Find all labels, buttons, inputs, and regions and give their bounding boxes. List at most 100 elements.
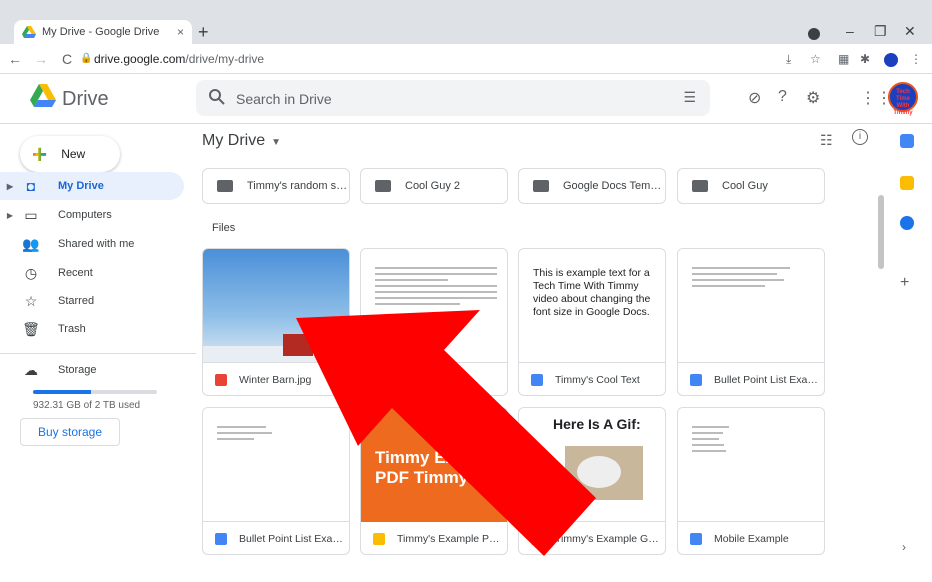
keep-icon[interactable] <box>900 176 914 190</box>
file-thumbnail <box>678 408 824 522</box>
file-card[interactable]: Here Is A Gif: Timmy's Example Gif ... <box>518 407 666 555</box>
sidebar-item-recent[interactable]: ◷ Recent <box>0 259 184 287</box>
file-footer: Timmy's Cool Text <box>519 363 665 395</box>
chevron-right-icon[interactable]: › <box>902 540 906 554</box>
cat-image <box>577 456 621 488</box>
new-tab-button[interactable]: + <box>198 22 209 43</box>
sidebar-item-label: Recent <box>58 267 93 279</box>
page-title[interactable]: My Drive ▼ <box>202 132 281 150</box>
profile-icon[interactable] <box>808 28 820 40</box>
scrollbar[interactable] <box>878 195 884 269</box>
tune-icon[interactable]: ☰ <box>683 89 696 106</box>
files-section-label: Files <box>212 222 236 234</box>
offline-icon[interactable]: ⊘ <box>748 88 761 108</box>
doc-file-icon <box>373 374 385 386</box>
add-addon-icon[interactable]: + <box>900 274 909 292</box>
folder-label: Cool Guy <box>722 180 768 192</box>
url-host: drive.google.com <box>94 52 186 66</box>
chevron-down-icon[interactable]: ▼ <box>271 137 281 148</box>
file-footer: Bullet Point List Exam... <box>203 522 349 554</box>
close-window-button[interactable]: ✕ <box>904 23 916 40</box>
info-icon[interactable]: i <box>852 129 868 145</box>
sidebar-item-computers[interactable]: ▶ ▭ Computers <box>0 201 184 229</box>
file-card[interactable]: Bullet Point List Exam... <box>677 248 825 396</box>
drive-logo-icon[interactable] <box>30 84 56 108</box>
file-footer: Winter Barn.jpg <box>203 363 349 395</box>
search-input[interactable]: Search in Drive ☰ <box>196 80 710 116</box>
sidebar-item-shared[interactable]: 👥 Shared with me <box>0 230 184 258</box>
folder-icon <box>375 180 391 192</box>
new-button[interactable]: + New <box>20 136 120 172</box>
preview-text: This is example text for a Tech Time Wit… <box>533 267 651 318</box>
preview-text: Here Is A Gif: <box>553 416 641 432</box>
folder-item[interactable]: Cool Guy <box>677 168 825 204</box>
gif-preview-image <box>565 446 643 500</box>
folder-item[interactable]: Google Docs Templat... <box>518 168 666 204</box>
drive-icon: ◘ <box>26 178 36 194</box>
file-card[interactable] <box>360 248 508 396</box>
file-card[interactable]: This is example text for a Tech Time Wit… <box>518 248 666 396</box>
bookmark-star-icon[interactable]: ☆ <box>810 52 821 66</box>
file-footer: Timmy's Example Gif ... <box>519 522 665 554</box>
back-button[interactable]: ← <box>8 51 22 67</box>
restore-button[interactable]: ❐ <box>874 23 887 40</box>
file-footer: Bullet Point List Exam... <box>678 363 824 395</box>
expand-caret-icon[interactable]: ▶ <box>0 182 20 191</box>
doc-file-icon <box>531 374 543 386</box>
url-field[interactable]: drive.google.com/drive/my-drive <box>94 52 264 66</box>
sidebar-item-storage[interactable]: ☁ Storage <box>0 356 184 384</box>
file-card[interactable]: Bullet Point List Exam... <box>202 407 350 555</box>
expand-caret-icon[interactable]: ▶ <box>0 211 20 220</box>
settings-icon[interactable]: ⚙ <box>806 88 820 108</box>
buy-storage-button[interactable]: Buy storage <box>20 418 120 446</box>
forward-button[interactable]: → <box>34 51 48 67</box>
plus-icon: + <box>32 139 48 169</box>
folder-item[interactable]: Cool Guy 2 <box>360 168 508 204</box>
side-panel-rail: + › <box>870 124 932 582</box>
url-path: /drive/my-drive <box>185 52 265 66</box>
sidebar: + New ▶ ◘ My Drive ▶ ▭ Computers 👥 Share… <box>0 124 196 582</box>
file-card[interactable]: Winter Barn.jpg <box>202 248 350 396</box>
file-footer: Mobile Example <box>678 522 824 554</box>
slides-file-icon <box>531 533 543 545</box>
search-placeholder: Search in Drive <box>236 91 332 107</box>
browser-menu-icon[interactable]: ⋮ <box>910 52 922 66</box>
sidebar-item-trash[interactable]: 🗑 Trash <box>0 315 184 343</box>
file-card[interactable]: Timmy Example PDF Timmy Timmy's Example … <box>360 407 508 555</box>
trash-icon: 🗑 <box>22 320 40 337</box>
file-footer: Timmy's Example PD... <box>361 522 507 554</box>
storage-progress-bar <box>33 390 157 394</box>
sidebar-item-starred[interactable]: ☆ Starred <box>0 287 184 315</box>
slides-file-icon <box>373 533 385 545</box>
browser-tab[interactable]: My Drive - Google Drive × <box>14 20 192 44</box>
file-thumbnail <box>678 249 824 363</box>
tab-title: My Drive - Google Drive <box>42 26 160 38</box>
file-name: Timmy's Example Gif ... <box>555 533 665 545</box>
calendar-icon[interactable] <box>900 134 914 148</box>
avatar[interactable]: Tech Time With Timmy <box>888 82 918 116</box>
file-card[interactable]: Mobile Example <box>677 407 825 555</box>
folder-label: Cool Guy 2 <box>405 180 461 192</box>
minimize-button[interactable]: – <box>846 23 854 39</box>
list-view-icon[interactable]: ☷ <box>820 132 833 149</box>
sidebar-item-my-drive[interactable]: ▶ ◘ My Drive <box>0 172 184 200</box>
profile-avatar-icon[interactable] <box>884 53 898 67</box>
tasks-icon[interactable] <box>900 216 914 230</box>
reload-button[interactable]: C <box>62 51 72 67</box>
search-icon[interactable] <box>208 88 226 106</box>
drive-brand[interactable]: Drive <box>62 88 109 111</box>
sidebar-item-label: Storage <box>58 364 97 376</box>
storage-used-text: 932.31 GB of 2 TB used <box>33 400 141 411</box>
file-name: Timmy's Cool Text <box>555 374 640 386</box>
extension-icon[interactable]: ▦ <box>838 52 849 66</box>
drive-favicon-icon <box>22 26 36 38</box>
install-icon[interactable]: ⤓ <box>786 52 791 67</box>
people-icon: 👥 <box>22 235 40 252</box>
help-icon[interactable]: ? <box>778 88 787 106</box>
tab-close-icon[interactable]: × <box>177 25 184 39</box>
puzzle-icon[interactable]: ✱ <box>860 52 870 66</box>
folder-item[interactable]: Timmy's random stoc... <box>202 168 350 204</box>
file-thumbnail <box>203 249 349 363</box>
page-title-text: My Drive <box>202 132 266 149</box>
cloud-icon: ☁ <box>24 361 38 378</box>
